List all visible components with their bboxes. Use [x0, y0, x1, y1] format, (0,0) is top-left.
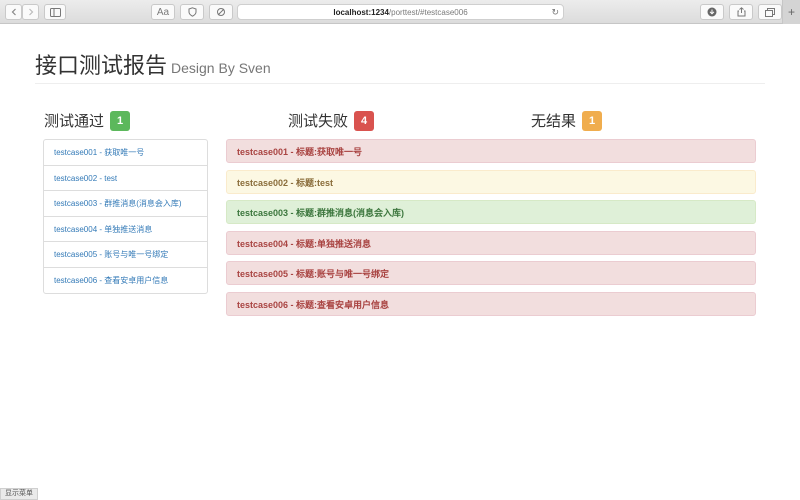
- forward-button[interactable]: [22, 4, 39, 20]
- puzzle-icon: [217, 8, 225, 16]
- browser-toolbar: Aa localhost:1234/porttest/#testcase006 …: [0, 0, 800, 24]
- failed-heading: 测试失败 4: [288, 110, 375, 131]
- failed-label: 测试失败: [288, 113, 349, 130]
- address-bar[interactable]: localhost:1234/porttest/#testcase006 ↻: [237, 4, 564, 20]
- extension-button[interactable]: [209, 4, 233, 20]
- share-icon: [737, 7, 745, 17]
- page-subtitle: Design By Sven: [171, 60, 271, 76]
- chevron-right-icon: [28, 8, 33, 16]
- testcase-link[interactable]: testcase005 - 账号与唯一号绑定: [44, 242, 207, 268]
- translate-icon: Aa: [156, 6, 170, 18]
- passed-count-badge: 1: [110, 110, 131, 131]
- noresult-heading: 无结果 1: [531, 110, 603, 131]
- result-alert[interactable]: testcase005 - 标题:账号与唯一号绑定: [226, 261, 756, 285]
- results-panel: testcase001 - 标题:获取唯一号 testcase002 - 标题:…: [226, 139, 756, 322]
- page-header: 接口测试报告 Design By Sven: [35, 48, 765, 84]
- reload-icon[interactable]: ↻: [551, 7, 559, 18]
- shield-icon: [188, 7, 196, 17]
- share-button[interactable]: [729, 4, 753, 20]
- shield-button[interactable]: [180, 4, 204, 20]
- noresult-label: 无结果: [531, 113, 577, 130]
- failed-count-badge: 4: [354, 110, 375, 131]
- translate-button[interactable]: Aa: [151, 4, 175, 20]
- page-title: 接口测试报告: [35, 53, 168, 78]
- tabs-icon: [765, 7, 775, 17]
- tabs-button[interactable]: [758, 4, 782, 20]
- download-icon: [707, 7, 717, 17]
- downloads-button[interactable]: [700, 4, 724, 20]
- testcase-link[interactable]: testcase004 - 单独推送消息: [44, 217, 207, 242]
- noresult-count-badge: 1: [582, 110, 603, 131]
- result-alert[interactable]: testcase006 - 标题:查看安卓用户信息: [226, 291, 756, 316]
- testcase-link[interactable]: testcase002 - test: [44, 166, 207, 191]
- passed-label: 测试通过: [44, 113, 105, 130]
- testcase-link[interactable]: testcase006 - 查看安卓用户信息: [44, 268, 207, 294]
- url-host: localhost:1234: [333, 7, 389, 17]
- sidebar-toggle-button[interactable]: [44, 4, 66, 20]
- testcase-list: testcase001 - 获取唯一号 testcase002 - test t…: [43, 139, 208, 294]
- testcase-link[interactable]: testcase003 - 群推消息(消息会入库): [44, 191, 207, 217]
- result-alert[interactable]: testcase004 - 标题:单独推送消息: [226, 230, 756, 255]
- new-tab-button[interactable]: +: [782, 0, 800, 24]
- testcase-link[interactable]: testcase001 - 获取唯一号: [44, 140, 207, 166]
- chevron-left-icon: [11, 8, 16, 16]
- result-alert[interactable]: testcase002 - 标题:test: [226, 169, 756, 194]
- result-alert[interactable]: testcase001 - 标题:获取唯一号: [226, 139, 756, 163]
- sidebar-icon: [49, 7, 61, 17]
- plus-icon: +: [787, 5, 795, 19]
- passed-heading: 测试通过 1: [44, 110, 131, 131]
- url-path: /porttest/#testcase006: [388, 7, 468, 17]
- back-button[interactable]: [5, 4, 22, 20]
- status-bar: 显示菜单: [0, 488, 38, 500]
- result-alert[interactable]: testcase003 - 标题:群推消息(消息会入库): [226, 200, 756, 224]
